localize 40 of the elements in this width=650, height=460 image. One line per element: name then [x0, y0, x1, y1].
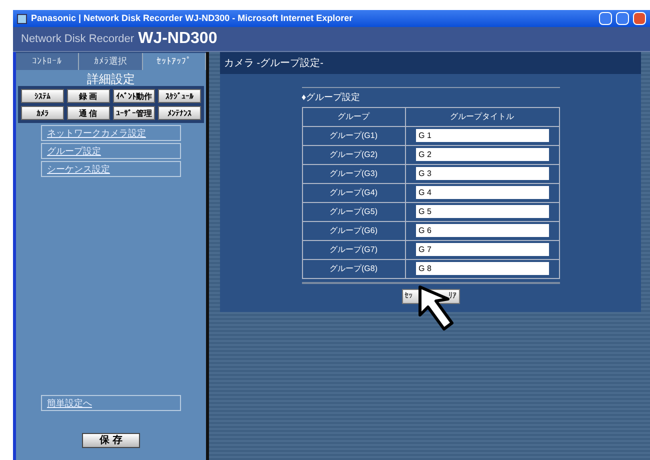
title-input[interactable]: G 1 — [416, 129, 548, 142]
column-header: グループ — [302, 107, 405, 126]
title-input[interactable]: G 3 — [416, 167, 548, 180]
menu-button[interactable]: ｲﾍﾞﾝﾄ動作 — [112, 89, 156, 103]
table-cell: グループ(G4) — [302, 183, 405, 202]
title-input[interactable]: G 5 — [416, 205, 548, 218]
tab[interactable]: ｶﾒﾗ選択 — [79, 53, 143, 70]
title-input[interactable]: G 7 — [416, 243, 548, 256]
section-title: ♦グループ設定 — [302, 91, 362, 104]
browser-icon — [17, 14, 27, 24]
minimize-button[interactable] — [599, 12, 612, 25]
title-input[interactable]: G 4 — [416, 186, 548, 199]
menu-button[interactable]: 録 画 — [66, 89, 110, 103]
title-input[interactable]: G 2 — [416, 148, 548, 161]
window-title: Panasonic | Network Disk Recorder WJ-ND300 - Microsoft Internet Explorer — [31, 12, 354, 25]
column-header: グループタイトル — [405, 107, 559, 126]
table-cell: グループ(G5) — [302, 202, 405, 221]
close-button[interactable] — [633, 12, 646, 25]
maximize-button[interactable] — [616, 12, 629, 25]
app-subtitle: Network Disk Recorder — [21, 32, 134, 47]
menu-button[interactable]: ｽｹｼﾞｭｰﾙ — [158, 89, 201, 103]
menu-button[interactable]: ﾕｰｻﾞｰ管理 — [112, 106, 156, 120]
model-name: WJ-ND300 — [138, 29, 218, 49]
menu-button[interactable]: ﾒﾝﾃﾅﾝｽ — [158, 106, 201, 120]
tab[interactable]: ｾｯﾄｱｯﾌﾟ — [142, 53, 206, 70]
title-input[interactable]: G 6 — [416, 224, 548, 237]
table-cell: グループ(G8) — [302, 259, 405, 278]
menu-button[interactable]: ｶﾒﾗ — [21, 106, 64, 120]
tab[interactable]: ｺﾝﾄﾛｰﾙ — [16, 53, 80, 70]
table-cell: グループ(G1) — [302, 126, 405, 145]
menu-button[interactable]: ｼｽﾃﾑ — [21, 89, 64, 103]
table-cell: グループ(G6) — [302, 221, 405, 240]
save-button[interactable]: 保 存 — [82, 433, 140, 448]
table-cell: グループ(G2) — [302, 145, 405, 164]
table-cell: グループ(G7) — [302, 240, 405, 259]
table-cell: グループ(G3) — [302, 164, 405, 183]
page-title: カメラ -グループ設定- — [224, 56, 324, 70]
section-heading: 詳細設定 — [87, 72, 135, 86]
title-input[interactable]: G 8 — [416, 262, 548, 275]
menu-button[interactable]: 通 信 — [66, 106, 110, 120]
